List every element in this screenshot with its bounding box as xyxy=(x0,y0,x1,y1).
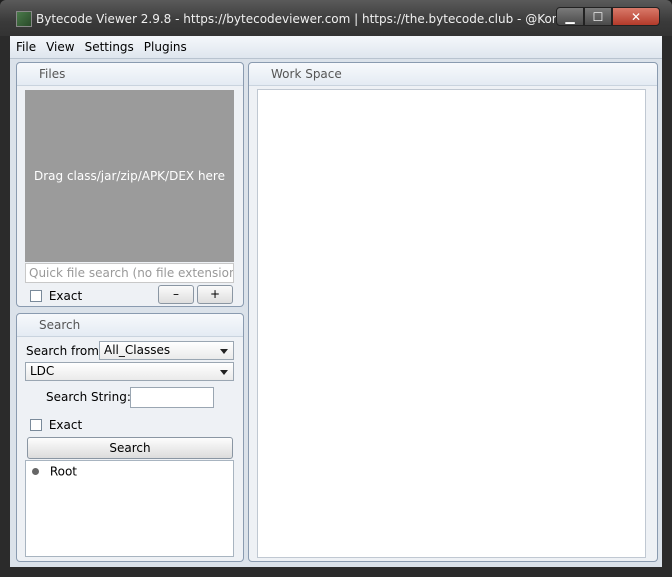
search-exact-row[interactable]: Exact xyxy=(30,417,82,432)
maximize-button[interactable]: ☐ xyxy=(584,7,612,26)
menu-file[interactable]: File xyxy=(10,40,40,54)
menu-view[interactable]: View xyxy=(40,40,78,54)
files-exact-label: Exact xyxy=(48,288,83,303)
chevron-down-icon xyxy=(220,349,228,354)
content-area: Files Drag class/jar/zip/APK/DEX here Qu… xyxy=(10,59,662,567)
maximize-icon: ☐ xyxy=(592,9,604,24)
search-exact-checkbox[interactable] xyxy=(30,418,42,431)
workspace-title: Work Space xyxy=(249,63,657,86)
menu-bar: File View Settings Plugins xyxy=(10,36,662,59)
drop-zone-text: Drag class/jar/zip/APK/DEX here xyxy=(33,169,225,183)
close-icon: ✕ xyxy=(630,9,642,24)
search-exact-label: Exact xyxy=(48,417,83,432)
files-panel-title: Files xyxy=(17,63,243,86)
search-results-tree[interactable]: Root xyxy=(25,460,234,557)
workspace-area[interactable] xyxy=(257,89,646,558)
files-exact-row[interactable]: Exact xyxy=(30,288,82,303)
app-window: Bytecode Viewer 2.9.8 - https://bytecode… xyxy=(0,0,672,577)
search-type-value: LDC xyxy=(30,364,55,378)
search-from-value: All_Classes xyxy=(104,343,171,357)
main-frame: File View Settings Plugins Files Drag cl… xyxy=(10,36,662,567)
collapse-minus-button[interactable]: – xyxy=(158,285,194,304)
search-string-label: Search String: xyxy=(46,390,131,404)
chevron-down-icon xyxy=(220,370,228,375)
minimize-icon: ▁ xyxy=(565,9,575,24)
search-button[interactable]: Search xyxy=(27,437,233,459)
search-type-dropdown[interactable]: LDC xyxy=(25,362,234,381)
menu-plugins[interactable]: Plugins xyxy=(138,40,191,54)
files-exact-checkbox[interactable] xyxy=(30,289,42,302)
title-bar[interactable]: Bytecode Viewer 2.9.8 - https://bytecode… xyxy=(0,0,672,36)
search-panel: Search Search from All_Classes LDC Searc… xyxy=(16,313,244,562)
quick-file-search-input[interactable]: Quick file search (no file extension) xyxy=(25,263,234,283)
files-panel: Files Drag class/jar/zip/APK/DEX here Qu… xyxy=(16,62,244,307)
file-drop-zone[interactable]: Drag class/jar/zip/APK/DEX here xyxy=(25,90,234,262)
bytecode-viewer-app-icon xyxy=(16,11,32,27)
tree-node-icon xyxy=(32,468,39,475)
tree-root-label: Root xyxy=(49,464,78,479)
tree-item-root[interactable]: Root xyxy=(32,464,77,479)
search-string-input[interactable] xyxy=(130,387,214,408)
workspace-panel: Work Space xyxy=(248,62,658,562)
search-panel-title: Search xyxy=(17,314,243,337)
window-controls: ▁ ☐ ✕ xyxy=(556,7,660,26)
expand-plus-button[interactable]: + xyxy=(197,285,233,304)
search-from-dropdown[interactable]: All_Classes xyxy=(99,341,234,360)
close-button[interactable]: ✕ xyxy=(612,7,660,26)
search-from-label: Search from xyxy=(26,344,99,358)
minimize-button[interactable]: ▁ xyxy=(556,7,584,26)
menu-settings[interactable]: Settings xyxy=(79,40,138,54)
window-title: Bytecode Viewer 2.9.8 - https://bytecode… xyxy=(36,12,585,26)
